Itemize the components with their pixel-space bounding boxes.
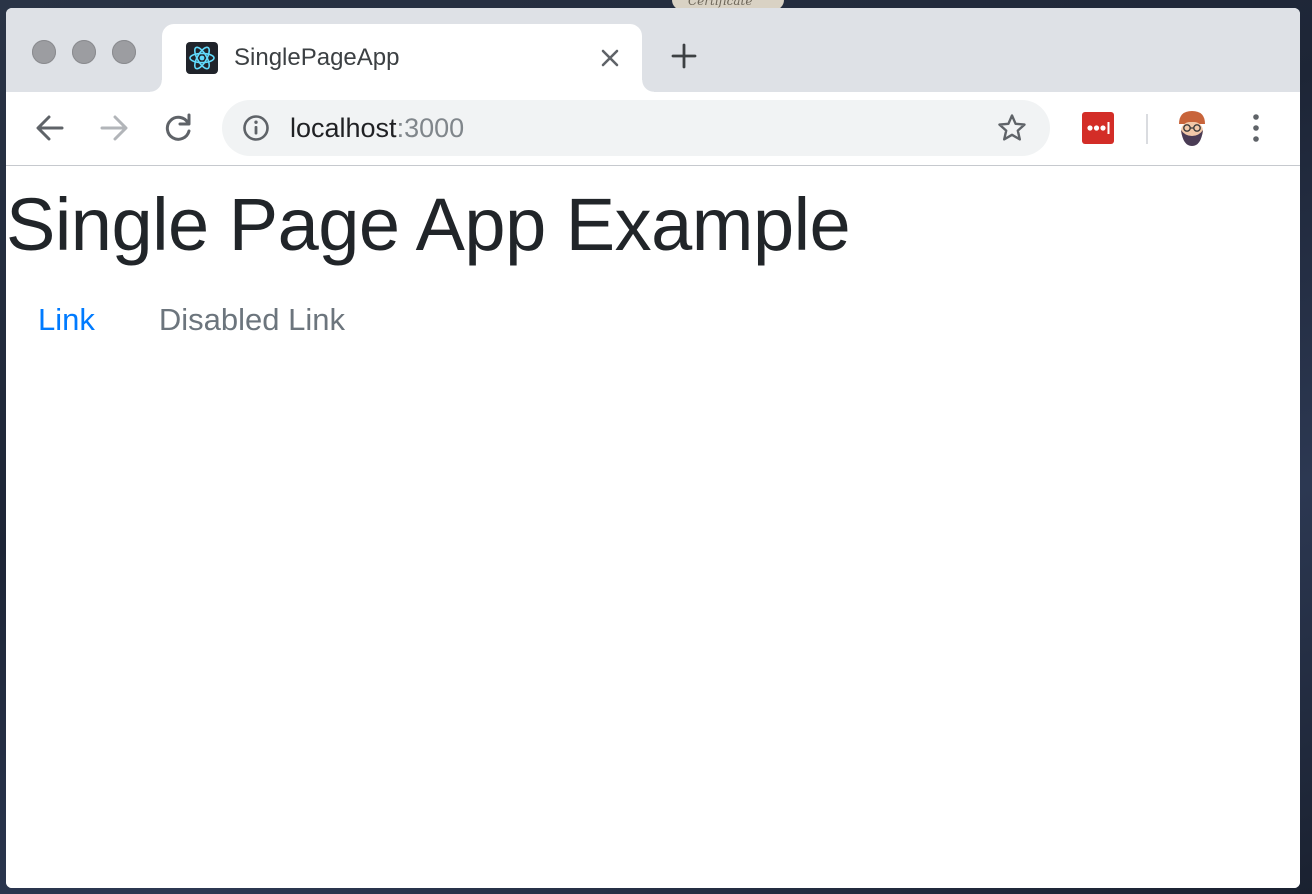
tab-title: SinglePageApp <box>234 44 400 71</box>
page-content: Single Page App Example Link Disabled Li… <box>6 166 1300 888</box>
forward-arrow-icon[interactable] <box>96 110 132 146</box>
page-title: Single Page App Example <box>6 183 851 266</box>
nav-links: Link Disabled Link <box>6 294 377 346</box>
nav-link-disabled: Disabled Link <box>158 302 345 337</box>
react-logo-icon <box>186 42 218 74</box>
url-host: localhost <box>290 113 397 143</box>
tab-singlepageapp[interactable]: SinglePageApp <box>150 24 654 92</box>
lastpass-icon[interactable] <box>1082 112 1114 144</box>
close-window-button[interactable] <box>32 40 56 64</box>
nav-link[interactable]: Link <box>6 294 127 346</box>
reload-icon[interactable] <box>160 110 196 146</box>
address-bar[interactable]: localhost:3000 <box>222 100 1050 156</box>
browser-toolbar: localhost:3000 <box>6 92 1300 166</box>
more-vertical-icon[interactable] <box>1242 110 1270 146</box>
star-icon[interactable] <box>996 112 1028 144</box>
back-arrow-icon[interactable] <box>32 110 68 146</box>
toolbar-divider <box>1146 114 1148 144</box>
browser-window: SinglePageApp localhost:3000 Single Page… <box>6 8 1300 888</box>
tab-strip: SinglePageApp <box>6 8 1300 92</box>
plus-icon[interactable] <box>670 42 698 70</box>
zoom-window-button[interactable] <box>112 40 136 64</box>
minimize-window-button[interactable] <box>72 40 96 64</box>
url-port: :3000 <box>396 113 465 143</box>
info-icon[interactable] <box>242 114 270 142</box>
close-icon[interactable] <box>596 44 624 72</box>
url-text[interactable]: localhost:3000 <box>290 113 464 144</box>
avatar-icon[interactable] <box>1174 108 1210 148</box>
